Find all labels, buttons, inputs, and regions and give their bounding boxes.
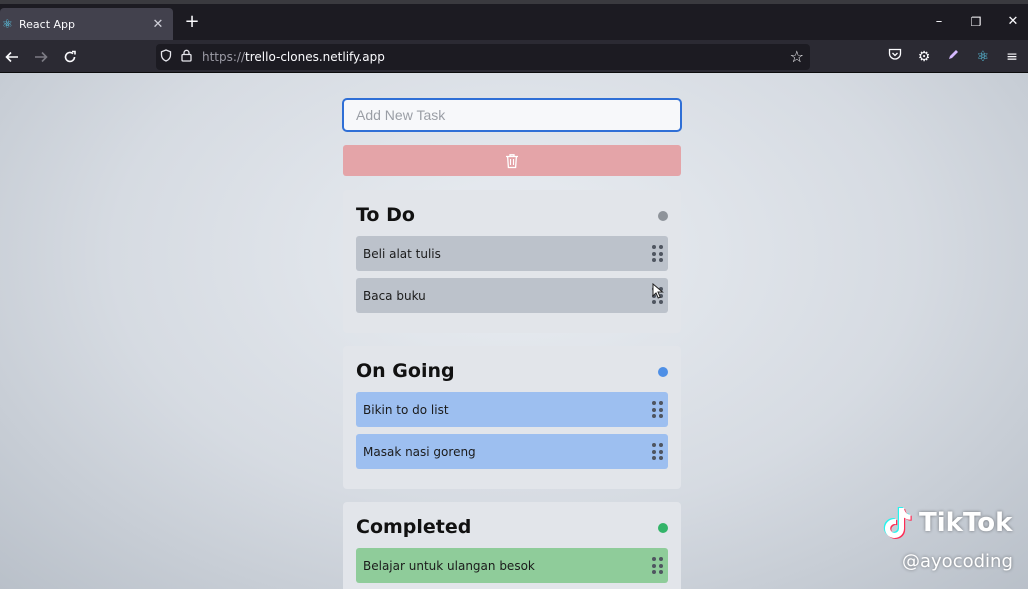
board-header: On Going	[356, 346, 668, 392]
back-button[interactable]	[1, 46, 23, 68]
tab-strip: ⚛ React App ✕ + – ❐ ✕	[0, 4, 1028, 40]
url-bar[interactable]: https://trello-clones.netlify.app ☆	[156, 44, 810, 70]
forward-button[interactable]	[30, 46, 52, 68]
task-label: Belajar untuk ulangan besok	[363, 558, 535, 573]
react-devtools-icon[interactable]: ⚛	[972, 46, 994, 68]
drag-handle-icon[interactable]	[652, 401, 663, 418]
task-label: Masak nasi goreng	[363, 444, 476, 459]
task-card[interactable]: Belajar untuk ulangan besok	[356, 548, 668, 583]
task-card[interactable]: Baca buku	[356, 278, 668, 313]
drag-handle-icon[interactable]	[652, 245, 663, 262]
creator-handle: @ayocoding	[902, 551, 1013, 572]
lock-icon[interactable]	[176, 49, 196, 66]
mouse-pointer-icon	[652, 283, 664, 299]
tab-react-app[interactable]: ⚛ React App ✕	[0, 8, 173, 40]
settings-gear-icon[interactable]: ⚙	[913, 46, 935, 68]
drag-handle-icon[interactable]	[652, 557, 663, 574]
restore-button[interactable]: ❐	[964, 14, 988, 30]
menu-hamburger-icon[interactable]: ≡	[1001, 46, 1023, 68]
status-dot	[658, 211, 668, 221]
arrow-left-icon	[5, 51, 18, 63]
reload-button[interactable]	[59, 46, 81, 68]
add-task-input[interactable]	[342, 98, 682, 132]
trash-icon	[506, 153, 518, 168]
task-card[interactable]: Bikin to do list	[356, 392, 668, 427]
url-protocol: https://	[202, 50, 246, 64]
new-tab-button[interactable]: +	[182, 12, 202, 32]
task-label: Bikin to do list	[363, 402, 449, 417]
board-ongoing: On Going Bikin to do list Masak nasi gor…	[343, 346, 681, 489]
pocket-icon[interactable]	[884, 46, 906, 68]
arrow-right-icon	[35, 51, 48, 63]
tiktok-logo-icon	[883, 507, 912, 539]
tab-close-button[interactable]: ✕	[151, 17, 165, 32]
pen-extension-icon[interactable]	[942, 46, 964, 68]
tiktok-brand-text: TikTok	[919, 508, 1013, 538]
task-label: Beli alat tulis	[363, 246, 441, 261]
board-title: On Going	[356, 360, 455, 382]
task-label: Baca buku	[363, 288, 426, 303]
tiktok-watermark: TikTok	[882, 503, 1016, 543]
board-header: To Do	[356, 190, 668, 236]
board-completed: Completed Belajar untuk ulangan besok	[343, 502, 681, 589]
delete-drop-zone[interactable]	[343, 145, 681, 176]
close-window-button[interactable]: ✕	[1001, 14, 1025, 30]
reload-icon	[64, 50, 76, 63]
drag-handle-icon[interactable]	[652, 443, 663, 460]
status-dot	[658, 367, 668, 377]
shield-icon[interactable]	[156, 48, 176, 66]
bookmark-star-icon[interactable]: ☆	[790, 48, 804, 66]
tab-title: React App	[19, 17, 76, 31]
board-title: Completed	[356, 516, 472, 538]
navigation-toolbar: https://trello-clones.netlify.app ☆ ⚙ ⚛ …	[0, 40, 1028, 73]
board-title: To Do	[356, 204, 415, 226]
page-viewport: To Do Beli alat tulis Baca buku On Going…	[0, 73, 1028, 589]
url-host: trello-clones.netlify.app	[245, 50, 385, 64]
url-text[interactable]: https://trello-clones.netlify.app	[202, 50, 385, 64]
status-dot	[658, 523, 668, 533]
board-header: Completed	[356, 502, 668, 548]
react-favicon-icon: ⚛	[2, 16, 13, 31]
task-card[interactable]: Masak nasi goreng	[356, 434, 668, 469]
task-card[interactable]: Beli alat tulis	[356, 236, 668, 271]
minimize-button[interactable]: –	[927, 14, 951, 30]
board-todo: To Do Beli alat tulis Baca buku	[343, 190, 681, 333]
